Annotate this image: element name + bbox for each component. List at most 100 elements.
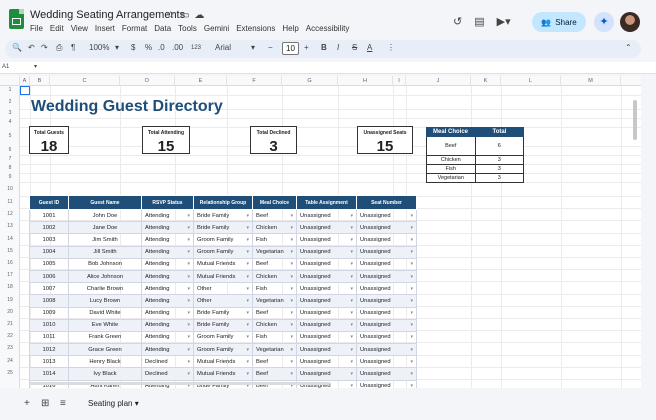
chevron-down-icon[interactable]: ▾ <box>410 334 413 340</box>
more-icon[interactable]: ⋮ <box>387 43 395 52</box>
row-header-23[interactable]: 23 <box>0 342 20 354</box>
menu-item-insert[interactable]: Insert <box>95 24 115 33</box>
row-header-17[interactable]: 17 <box>0 269 20 281</box>
guest-name-cell[interactable]: Jill Smith <box>68 245 142 259</box>
dropdown-chip[interactable]: Unassigned ▾ <box>298 249 356 255</box>
dropdown-cell[interactable]: Declined ▾ <box>141 355 194 369</box>
column-header-e[interactable]: E <box>175 76 227 86</box>
dropdown-cell[interactable]: Groom Family ▾ <box>193 330 253 345</box>
dropdown-chip[interactable]: Bride Family ▾ <box>195 322 252 328</box>
dropdown-cell[interactable]: Declined ▾ <box>141 367 194 381</box>
dropdown-chip[interactable]: Attending ▾ <box>143 274 193 280</box>
gemini-icon[interactable]: ✦ <box>594 12 614 32</box>
dropdown-cell[interactable]: Unassigned ▾ <box>356 245 417 259</box>
add-sheet-icon[interactable]: + <box>24 398 30 409</box>
guest-id-cell[interactable]: 1012 <box>29 343 69 357</box>
redo-icon[interactable]: ↷ <box>41 43 48 52</box>
chevron-down-icon[interactable]: ▾ <box>290 274 293 280</box>
text-color-button[interactable]: A <box>367 43 372 52</box>
dropdown-cell[interactable]: Attending ▾ <box>141 245 194 259</box>
dropdown-chip[interactable]: Unassigned ▾ <box>298 261 356 267</box>
dropdown-cell[interactable]: Unassigned ▾ <box>356 379 417 388</box>
dropdown-chip[interactable]: Vegetarian ▾ <box>254 347 296 353</box>
dropdown-chip[interactable]: Unassigned ▾ <box>358 225 416 231</box>
dropdown-cell[interactable]: Chicken ▾ <box>252 318 297 332</box>
dropdown-chip[interactable]: Unassigned ▾ <box>358 322 416 328</box>
dropdown-chip[interactable]: Groom Family ▾ <box>195 347 252 353</box>
dropdown-cell[interactable]: Beef ▾ <box>252 355 297 369</box>
dropdown-cell[interactable]: Unassigned ▾ <box>296 257 357 271</box>
star-icon[interactable]: ☆ <box>166 10 180 21</box>
dropdown-chip[interactable]: Unassigned ▾ <box>358 213 416 219</box>
dropdown-chip[interactable]: Other ▾ <box>195 298 252 304</box>
meal-total-cell[interactable]: 3 <box>474 165 524 173</box>
chevron-down-icon[interactable]: ▾ <box>410 359 413 365</box>
guest-name-cell[interactable]: Grace Green <box>68 343 142 357</box>
dropdown-cell[interactable]: Attending ▾ <box>141 257 194 271</box>
dropdown-cell[interactable]: Beef ▾ <box>252 257 297 271</box>
dropdown-chip[interactable]: Other ▾ <box>195 286 252 292</box>
chevron-down-icon[interactable]: ▾ <box>350 274 353 280</box>
row-header-11[interactable]: 11 <box>0 196 20 208</box>
dropdown-cell[interactable]: Unassigned ▾ <box>356 221 417 235</box>
meal-total-cell[interactable]: 3 <box>474 156 524 164</box>
chevron-down-icon[interactable]: ▾ <box>246 225 249 231</box>
dropdown-chip[interactable]: Unassigned ▾ <box>298 237 356 243</box>
font-size-increase-icon[interactable]: + <box>304 43 309 52</box>
dropdown-cell[interactable]: Mutual Friends ▾ <box>193 367 253 381</box>
search-menus-icon[interactable]: 🔍 <box>12 43 22 52</box>
dropdown-cell[interactable]: Bride Family ▾ <box>193 318 253 332</box>
chevron-down-icon[interactable]: ▾ <box>290 347 293 353</box>
chevron-down-icon[interactable]: ▾ <box>410 383 413 388</box>
guest-id-cell[interactable]: 1007 <box>29 282 69 296</box>
guest-table-header-cell[interactable]: Table Assignment <box>296 195 357 210</box>
chevron-down-icon[interactable]: ▾ <box>410 237 413 243</box>
summary-card-total-attending[interactable]: Total Attending 15 <box>142 126 190 155</box>
dropdown-cell[interactable]: Unassigned ▾ <box>296 330 357 345</box>
name-box[interactable]: A1 <box>2 64 9 70</box>
dropdown-cell[interactable]: Fish ▾ <box>252 330 297 345</box>
menu-item-file[interactable]: File <box>30 24 43 33</box>
font-size-input[interactable]: 10 <box>282 42 299 55</box>
chevron-down-icon[interactable]: ▾ <box>246 347 249 353</box>
row-header-2[interactable]: 2 <box>0 95 20 109</box>
guest-id-cell[interactable]: 1001 <box>29 208 69 223</box>
chevron-down-icon[interactable]: ▾ <box>410 274 413 280</box>
row-header-1[interactable]: 1 <box>0 86 20 95</box>
dropdown-chip[interactable]: Beef ▾ <box>254 310 296 316</box>
zoom-select[interactable]: 100% <box>89 43 109 52</box>
dropdown-chip[interactable]: Unassigned ▾ <box>358 286 416 292</box>
dropdown-chip[interactable]: Chicken ▾ <box>254 225 296 231</box>
menu-item-data[interactable]: Data <box>154 24 171 33</box>
guest-name-cell[interactable]: Ivy Black <box>68 367 142 381</box>
comments-icon[interactable]: ▤ <box>474 15 484 28</box>
row-header-21[interactable]: 21 <box>0 318 20 330</box>
guest-table-header-cell[interactable]: Relationship Group <box>193 195 253 210</box>
chevron-down-icon[interactable]: ▾ <box>246 359 249 365</box>
chevron-down-icon[interactable]: ▾ <box>290 310 293 316</box>
column-header-f[interactable]: F <box>227 76 282 86</box>
chevron-down-icon[interactable]: ▾ <box>290 359 293 365</box>
chevron-down-icon[interactable]: ▾ <box>350 213 353 219</box>
sheets-list-icon[interactable]: ⊞ <box>41 398 49 409</box>
dropdown-chip[interactable]: Attending ▾ <box>143 298 193 304</box>
bold-button[interactable]: B <box>321 43 327 52</box>
chevron-down-icon[interactable]: ▾ <box>246 249 249 255</box>
dropdown-cell[interactable]: Chicken ▾ <box>252 221 297 235</box>
dropdown-cell[interactable]: Groom Family ▾ <box>193 233 253 247</box>
dropdown-chip[interactable]: Vegetarian ▾ <box>254 298 296 304</box>
column-header-c[interactable]: C <box>50 76 120 86</box>
chevron-down-icon[interactable]: ▾ <box>410 347 413 353</box>
chevron-down-icon[interactable]: ▾ <box>246 371 249 377</box>
dropdown-chip[interactable]: Groom Family ▾ <box>195 334 252 340</box>
guest-table-header-cell[interactable]: Meal Choice <box>252 195 297 210</box>
dropdown-cell[interactable]: Bride Family ▾ <box>193 306 253 320</box>
dropdown-chip[interactable]: Unassigned ▾ <box>298 213 356 219</box>
chevron-down-icon[interactable]: ▾ <box>290 298 293 304</box>
column-header-k[interactable]: K <box>471 76 501 86</box>
dropdown-chip[interactable]: Unassigned ▾ <box>358 383 416 388</box>
menu-item-gemini[interactable]: Gemini <box>204 24 229 33</box>
guest-id-cell[interactable]: 1010 <box>29 318 69 332</box>
chevron-down-icon[interactable]: ▾ <box>350 237 353 243</box>
dropdown-chip[interactable]: Unassigned ▾ <box>298 347 356 353</box>
